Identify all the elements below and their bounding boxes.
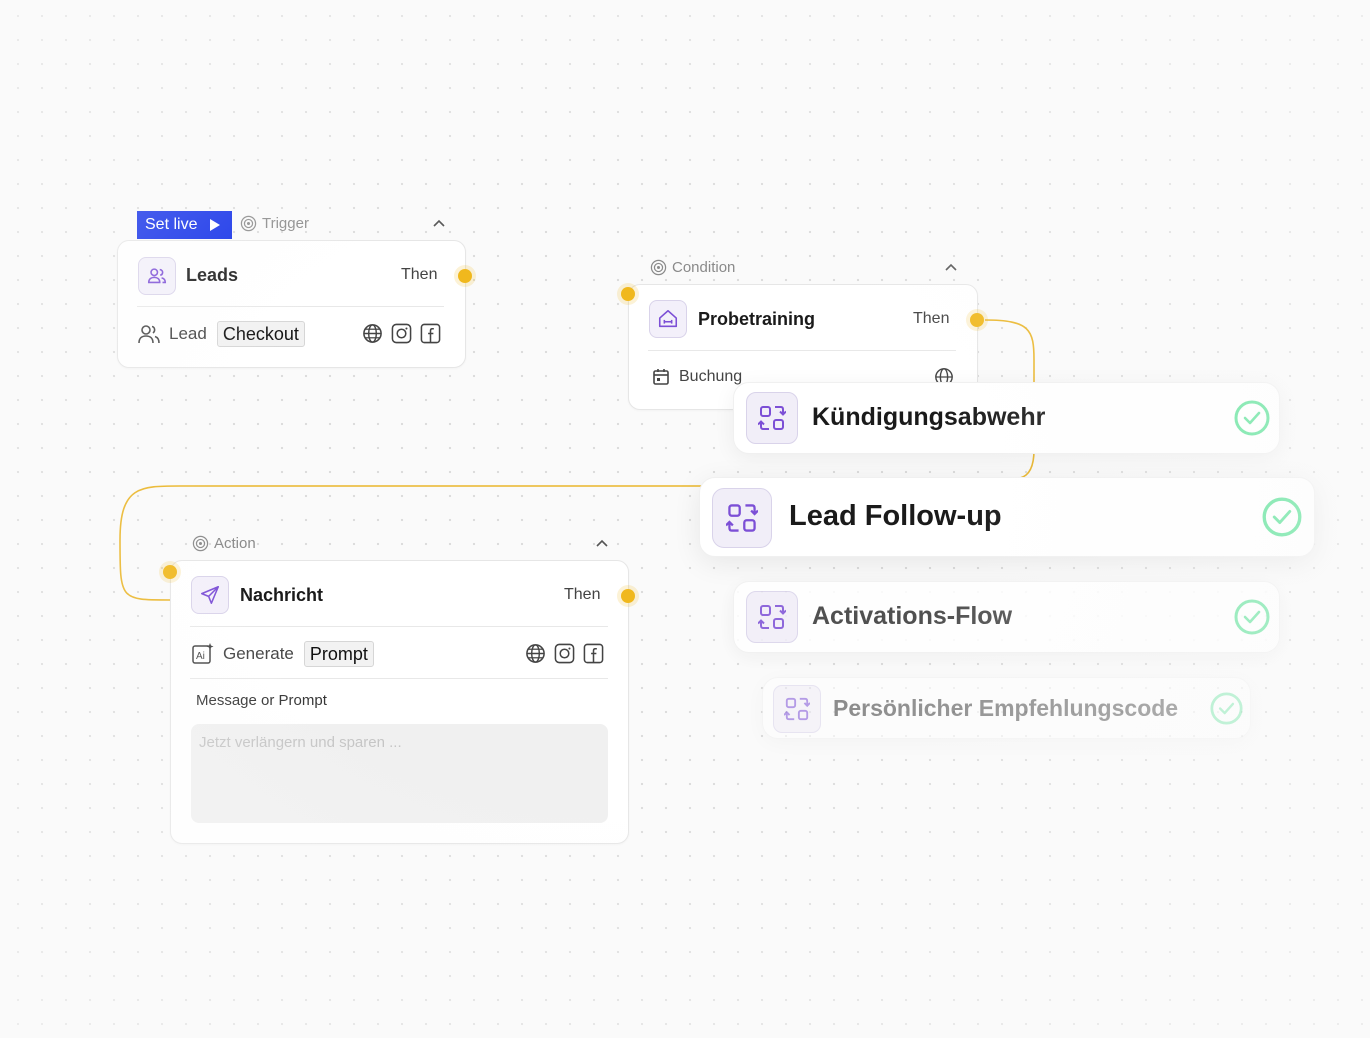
set-live-button[interactable]: Set live: [137, 211, 232, 239]
chevron-up-icon[interactable]: [433, 219, 445, 229]
trigger-divider: [137, 306, 444, 307]
flow-item-kuendigungsabwehr[interactable]: Kündigungsabwehr: [733, 382, 1280, 454]
action-divider-2: [190, 678, 608, 679]
flow-icon-box: [712, 488, 772, 548]
instagram-icon[interactable]: [391, 323, 412, 344]
condition-output-port[interactable]: [970, 313, 984, 327]
flow-name: Kündigungsabwehr: [812, 403, 1046, 431]
flow-name: Lead Follow-up: [789, 500, 1002, 532]
check-icon: [1262, 497, 1302, 537]
flow-name: Activations-Flow: [812, 602, 1013, 630]
flow-swap-icon: [758, 406, 786, 430]
condition-row-label: Buchung: [679, 368, 743, 385]
message-placeholder: Jetzt verlängern und sparen ...: [199, 734, 402, 751]
users-icon: [147, 268, 167, 284]
play-icon: [210, 219, 221, 231]
action-tag[interactable]: Prompt: [303, 641, 374, 667]
check-icon: [1234, 400, 1270, 436]
flow-icon-box: [773, 685, 821, 733]
facebook-icon[interactable]: [583, 643, 604, 664]
set-live-label: Set live: [145, 216, 198, 233]
flow-icon-box: [746, 591, 798, 643]
action-title: Nachricht: [240, 585, 324, 605]
flow-item-activations-flow[interactable]: Activations-Flow: [733, 581, 1280, 653]
instagram-icon[interactable]: [554, 643, 575, 664]
action-generate-label: Generate: [223, 644, 294, 663]
condition-header: Condition: [650, 259, 735, 276]
condition-title: Probetraining: [698, 309, 816, 329]
flow-swap-icon: [758, 605, 786, 629]
home-dumbbell-icon: [658, 309, 678, 328]
action-header-label: Action: [214, 535, 256, 552]
action-header: Action: [192, 535, 256, 552]
flow-name: Persönlicher Empfehlungscode: [833, 695, 1179, 721]
target-icon: [240, 215, 257, 232]
trigger-channels: [362, 323, 441, 344]
send-icon: [200, 585, 220, 605]
chevron-up-icon[interactable]: [596, 539, 608, 549]
trigger-header: Trigger: [240, 215, 309, 232]
message-textarea[interactable]: Jetzt verlängern und sparen ...: [191, 724, 608, 823]
trigger-header-label: Trigger: [262, 215, 309, 232]
condition-input-port[interactable]: [621, 287, 635, 301]
trigger-icon-box: [138, 257, 176, 295]
target-icon: [650, 259, 667, 276]
action-generate-row: Ai Generate Prompt: [191, 641, 374, 667]
action-divider: [190, 626, 608, 627]
condition-header-label: Condition: [672, 259, 736, 276]
flow-icon-box: [746, 392, 798, 444]
check-icon: [1234, 599, 1270, 635]
trigger-tag[interactable]: Checkout: [216, 321, 305, 347]
svg-text:Ai: Ai: [196, 651, 205, 662]
action-output-port[interactable]: [621, 589, 635, 603]
condition-then-label: Then: [913, 310, 950, 327]
flow-item-lead-follow-up[interactable]: Lead Follow-up: [699, 477, 1315, 557]
flow-swap-icon: [784, 697, 810, 721]
condition-divider: [648, 350, 956, 351]
condition-row: Buchung: [651, 367, 742, 387]
globe-icon[interactable]: [525, 643, 546, 664]
trigger-source-row: Lead Checkout: [137, 321, 305, 347]
condition-icon-box: [649, 300, 687, 338]
check-icon: [1210, 692, 1243, 725]
trigger-source-label: Lead: [169, 324, 207, 343]
trigger-then-label: Then: [401, 266, 438, 283]
trigger-output-port[interactable]: [458, 269, 472, 283]
ai-sparkle-icon: Ai: [192, 643, 214, 664]
target-icon: [192, 535, 209, 552]
calendar-icon: [653, 369, 669, 385]
facebook-icon[interactable]: [420, 323, 441, 344]
message-label: Message or Prompt: [196, 692, 327, 709]
action-channels: [525, 643, 604, 664]
globe-icon[interactable]: [362, 323, 383, 344]
user-icon: [138, 325, 160, 344]
trigger-title: Leads: [186, 265, 239, 285]
chevron-up-icon[interactable]: [945, 263, 957, 273]
action-icon-box: [191, 576, 229, 614]
action-then-label: Then: [564, 586, 601, 603]
flow-swap-icon: [726, 504, 758, 532]
flow-item-persoenlicher-empfehlungscode[interactable]: Persönlicher Empfehlungscode: [762, 677, 1251, 739]
action-input-port[interactable]: [163, 565, 177, 579]
